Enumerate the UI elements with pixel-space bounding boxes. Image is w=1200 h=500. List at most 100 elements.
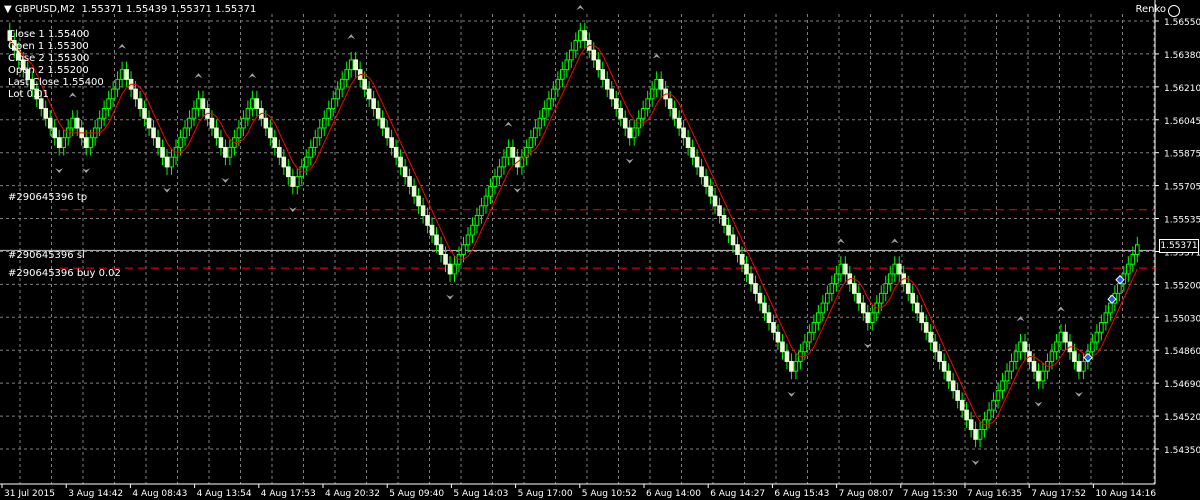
- renko-brick: [533, 127, 538, 139]
- time-axis-label: 7 Aug 15:30: [903, 489, 958, 499]
- renko-brick: [366, 88, 372, 100]
- renko-brick: [501, 156, 507, 168]
- renko-brick: [955, 390, 960, 401]
- renko-brick: [834, 273, 839, 285]
- fractal-down-arrow-icon: [787, 391, 796, 397]
- renko-brick: [272, 137, 278, 148]
- renko-brick: [196, 98, 201, 110]
- renko-brick: [595, 59, 601, 71]
- fractal-up-arrow-icon: [890, 238, 899, 244]
- renko-brick: [61, 137, 66, 148]
- renko-brick: [923, 322, 929, 333]
- price-axis-label: 1.56550: [1164, 18, 1200, 28]
- price-axis-label: 1.55875: [1164, 150, 1200, 160]
- renko-brick: [1108, 302, 1113, 314]
- fractal-up-arrow-icon: [576, 5, 585, 10]
- renko-brick: [1022, 341, 1028, 353]
- renko-brick: [1130, 253, 1136, 265]
- renko-brick: [1094, 331, 1100, 343]
- renko-brick: [106, 98, 111, 110]
- renko-brick: [658, 78, 664, 90]
- renko-brick: [335, 88, 341, 100]
- renko-brick: [214, 127, 219, 139]
- time-axis-label: 4 Aug 20:32: [325, 489, 380, 499]
- fractal-down-arrow-icon: [1034, 401, 1043, 407]
- renko-brick: [887, 273, 893, 285]
- renko-brick: [344, 69, 349, 80]
- fractal-up-arrow-icon: [194, 73, 203, 79]
- renko-brick: [56, 137, 62, 148]
- price-axis-label: 1.56210: [1164, 84, 1200, 94]
- renko-brick: [70, 117, 75, 129]
- renko-brick: [119, 69, 125, 80]
- renko-brick: [726, 224, 731, 236]
- renko-brick: [654, 78, 659, 90]
- price-axis-label: 1.55535: [1164, 216, 1200, 226]
- renko-brick: [187, 117, 192, 129]
- renko-brick: [1103, 312, 1109, 324]
- renko-brick: [730, 234, 736, 246]
- time-axis-label: 5 Aug 17:00: [518, 489, 573, 499]
- renko-brick: [133, 88, 138, 100]
- renko-brick: [762, 302, 767, 314]
- renko-brick: [200, 98, 206, 110]
- renko-brick: [569, 49, 574, 61]
- renko-brick: [510, 146, 516, 158]
- time-axis-label: 5 Aug 10:52: [582, 489, 637, 499]
- renko-brick: [268, 127, 273, 139]
- fractal-up-arrow-icon: [652, 53, 661, 59]
- renko-brick: [843, 263, 848, 275]
- renko-brick: [137, 98, 143, 110]
- fractal-down-arrow-icon: [446, 294, 455, 300]
- renko-brick: [407, 176, 412, 187]
- renko-brick: [627, 127, 632, 139]
- renko-brick: [811, 322, 817, 333]
- renko-brick: [182, 127, 188, 139]
- renko-brick: [465, 234, 471, 246]
- renko-brick: [250, 98, 255, 110]
- renko-brick: [905, 283, 911, 294]
- fractal-down-arrow-icon: [55, 168, 64, 174]
- chart-window[interactable]: 1.56550 1.56380 1.56210 1.56045 1.55875 1.557…: [0, 0, 1200, 500]
- time-axis-label: 6 Aug 15:43: [774, 489, 829, 499]
- renko-brick: [1049, 351, 1055, 362]
- renko-brick: [681, 127, 686, 139]
- renko-brick: [991, 399, 996, 411]
- fractal-up-arrow-icon: [68, 92, 77, 98]
- info-line: Close 1 1.55400: [8, 29, 90, 40]
- renko-brick: [1058, 331, 1064, 343]
- renko-brick: [492, 176, 498, 187]
- renko-brick: [649, 88, 655, 100]
- menu-arrow-icon[interactable]: ▼: [4, 4, 12, 15]
- renko-brick: [946, 370, 951, 382]
- renko-brick: [604, 78, 610, 90]
- renko-brick: [703, 176, 709, 187]
- renko-brick: [551, 88, 556, 100]
- renko-brick: [771, 322, 776, 333]
- renko-brick: [600, 69, 606, 80]
- renko-brick: [878, 292, 884, 304]
- renko-brick: [735, 244, 740, 255]
- fractal-up-arrow-icon: [836, 238, 845, 244]
- fractal-down-arrow-icon: [221, 177, 230, 183]
- chart-canvas[interactable]: 1.56550 1.56380 1.56210 1.56045 1.55875 1.557…: [0, 0, 1200, 500]
- order-tp-label: #290645396 tp: [8, 192, 88, 203]
- renko-brick: [438, 244, 444, 255]
- price-axis-label: 1.56380: [1164, 51, 1200, 61]
- renko-brick: [775, 331, 781, 343]
- renko-brick: [110, 88, 116, 100]
- renko-brick: [384, 127, 390, 139]
- price-axis-label: 1.56045: [1164, 117, 1200, 127]
- renko-brick: [757, 292, 763, 304]
- renko-brick: [780, 341, 785, 353]
- renko-brick: [753, 283, 758, 294]
- renko-brick: [820, 302, 826, 314]
- renko-brick: [1036, 370, 1041, 382]
- info-line: Lot 0.01: [8, 89, 49, 100]
- renko-brick: [694, 156, 700, 168]
- renko-brick: [115, 78, 120, 90]
- time-axis-label: 31 Jul 2015: [4, 489, 55, 499]
- renko-brick: [573, 39, 579, 51]
- renko-brick: [577, 30, 583, 41]
- info-line: Close 2 1.55300: [8, 53, 90, 64]
